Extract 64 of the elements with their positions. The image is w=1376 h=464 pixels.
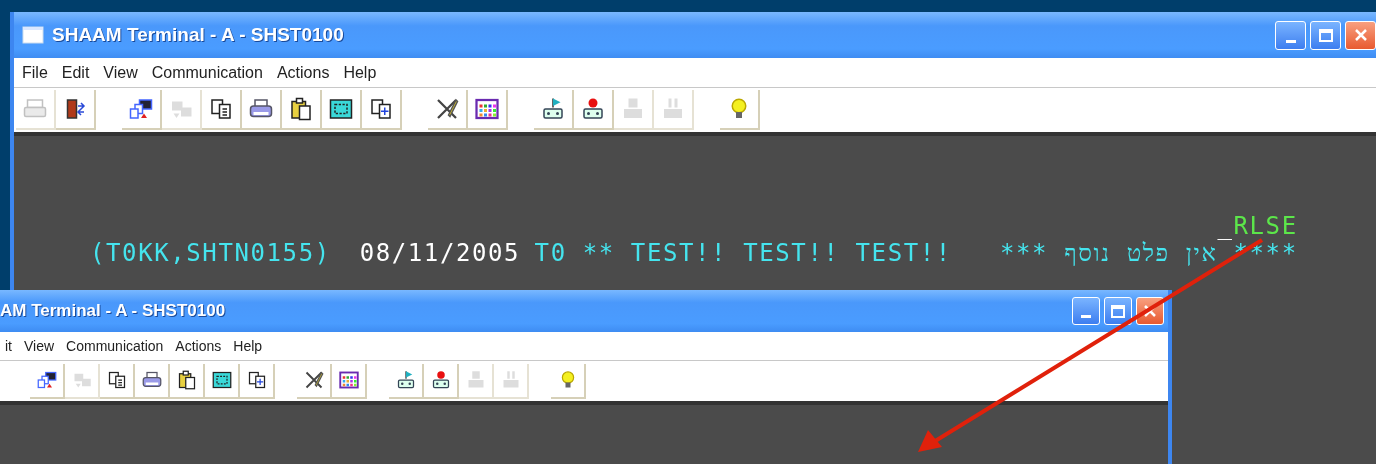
menu-item[interactable]: Actions bbox=[270, 60, 336, 85]
copy-plus-icon bbox=[246, 370, 267, 390]
pencil-icon bbox=[303, 370, 324, 390]
flag-icon bbox=[541, 97, 565, 121]
toolbar-button[interactable] bbox=[332, 363, 367, 399]
copy-icon bbox=[106, 370, 127, 390]
grid-icon bbox=[338, 370, 359, 390]
maximize-button[interactable] bbox=[1310, 20, 1341, 50]
menu-item[interactable]: Help bbox=[228, 335, 268, 357]
menu-item[interactable]: it bbox=[0, 335, 17, 357]
menu-item[interactable]: Help bbox=[337, 60, 383, 85]
toolbar-button[interactable] bbox=[362, 90, 402, 130]
toolbar-button[interactable] bbox=[30, 363, 65, 399]
menu-item[interactable]: File bbox=[16, 60, 54, 85]
close-button[interactable] bbox=[1345, 20, 1376, 50]
minimize-button[interactable] bbox=[1072, 297, 1100, 325]
toolbar-button[interactable] bbox=[56, 90, 96, 130]
toolbar-button[interactable] bbox=[282, 90, 322, 130]
toolbar-button[interactable] bbox=[424, 363, 459, 399]
terminal-text: RLSE bbox=[1233, 213, 1298, 240]
window-title: SHAAM Terminal - A - SHST0100 bbox=[52, 22, 344, 47]
close-icon bbox=[1353, 28, 1368, 42]
menu-item[interactable]: Communication bbox=[61, 335, 169, 357]
record-icon bbox=[581, 97, 605, 121]
toolbar-button[interactable] bbox=[322, 90, 362, 130]
toolbar-button[interactable] bbox=[100, 363, 135, 399]
close-icon bbox=[1143, 304, 1157, 318]
toolbar-button[interactable] bbox=[170, 363, 205, 399]
toolbar-button[interactable] bbox=[428, 90, 468, 130]
toolbar-button[interactable] bbox=[242, 90, 282, 130]
frame-icon bbox=[329, 97, 353, 121]
menu-item[interactable]: View bbox=[97, 60, 144, 85]
minimize-button[interactable] bbox=[1275, 20, 1306, 50]
menu-item[interactable]: Actions bbox=[170, 335, 227, 357]
clipboard-icon bbox=[289, 97, 313, 121]
toolbar-button[interactable] bbox=[297, 363, 332, 399]
menu-item[interactable]: Edit bbox=[55, 60, 96, 85]
block-icon bbox=[621, 97, 645, 121]
toolbar-button[interactable] bbox=[135, 363, 170, 399]
terminal-text: _ bbox=[1217, 213, 1234, 240]
window-title: AM Terminal - A - SHST0100 bbox=[0, 300, 226, 323]
copy-plus-icon bbox=[369, 97, 393, 121]
clipboard-icon bbox=[176, 370, 197, 390]
copy-icon bbox=[209, 97, 233, 121]
record-icon bbox=[430, 370, 451, 390]
toolbar-button[interactable] bbox=[389, 363, 424, 399]
toolbar-button[interactable] bbox=[240, 363, 275, 399]
menu-item[interactable]: Communication bbox=[145, 60, 269, 85]
maximize-button[interactable] bbox=[1104, 297, 1132, 325]
pencil-icon bbox=[435, 97, 459, 121]
pause-icon bbox=[661, 97, 685, 121]
toolbar-button[interactable] bbox=[468, 90, 508, 130]
toolbar-button[interactable] bbox=[205, 363, 240, 399]
toolbar-button[interactable] bbox=[202, 90, 242, 130]
terminal-text: 08/11/2005 bbox=[359, 240, 521, 267]
grid-icon bbox=[475, 97, 499, 121]
frame-icon bbox=[211, 370, 232, 390]
toolbar-button[interactable] bbox=[122, 90, 162, 130]
flag-icon bbox=[395, 370, 416, 390]
printer-icon bbox=[141, 370, 162, 390]
menu-item[interactable]: View bbox=[19, 335, 60, 357]
windows-icon bbox=[36, 370, 57, 390]
terminal-text: (T0KK,SHTN0155) bbox=[90, 240, 331, 267]
windows-icon bbox=[129, 97, 153, 121]
